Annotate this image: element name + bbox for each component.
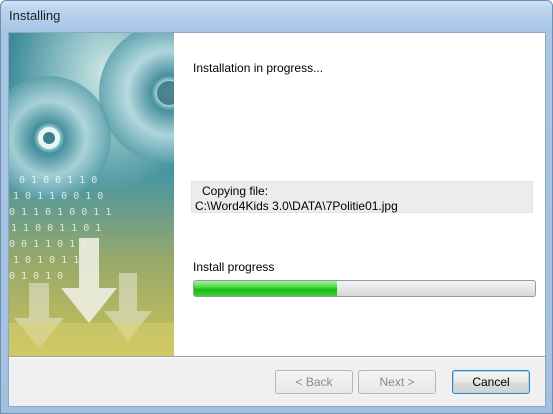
button-separator [9, 356, 545, 358]
install-progress-label: Install progress [193, 260, 275, 274]
next-button[interactable]: Next > [358, 370, 436, 394]
content-panel: Installation in progress... Copying file… [174, 33, 545, 356]
installer-window: Installing 0 1 0 0 1 1 0 1 0 1 1 0 0 1 0… [0, 0, 553, 414]
svg-text:0 1 0 0 1 1 0: 0 1 0 0 1 1 0 [19, 175, 97, 186]
svg-text:1 0 1 0 1 1: 1 0 1 0 1 1 [13, 255, 79, 266]
copying-file-label: Copying file: [202, 184, 269, 198]
dialog-client-area: 0 1 0 0 1 1 0 1 0 1 1 0 0 1 0 0 1 1 0 1 … [8, 32, 546, 407]
installation-status-text: Installation in progress... [193, 61, 324, 75]
install-progress-bar [193, 280, 536, 297]
copying-file-path: C:\Word4Kids 3.0\DATA\7Politie01.jpg [195, 199, 398, 213]
cd-download-icon: 0 1 0 0 1 1 0 1 0 1 1 0 0 1 0 0 1 1 0 1 … [9, 33, 174, 356]
install-progress-fill [194, 281, 338, 296]
title-bar[interactable]: Installing [1, 1, 552, 31]
copying-file-box: Copying file: C:\Word4Kids 3.0\DATA\7Pol… [191, 181, 533, 213]
svg-text:1 0 1 1 0 0 1 0: 1 0 1 1 0 0 1 0 [13, 191, 103, 202]
side-banner-image: 0 1 0 0 1 1 0 1 0 1 1 0 0 1 0 0 1 1 0 1 … [9, 33, 174, 356]
svg-text:0 0 1 1 0 1 0: 0 0 1 1 0 1 0 [9, 239, 87, 250]
svg-text:0 1 1 0 1 0 0 1 1: 0 1 1 0 1 0 0 1 1 [9, 207, 111, 218]
cancel-button[interactable]: Cancel [452, 370, 530, 394]
svg-text:1 1 0 0 1 1 0 1: 1 1 0 0 1 1 0 1 [11, 223, 101, 234]
svg-text:0 1 0 1 0: 0 1 0 1 0 [9, 271, 63, 282]
back-button[interactable]: < Back [275, 370, 353, 394]
window-title: Installing [9, 8, 61, 23]
